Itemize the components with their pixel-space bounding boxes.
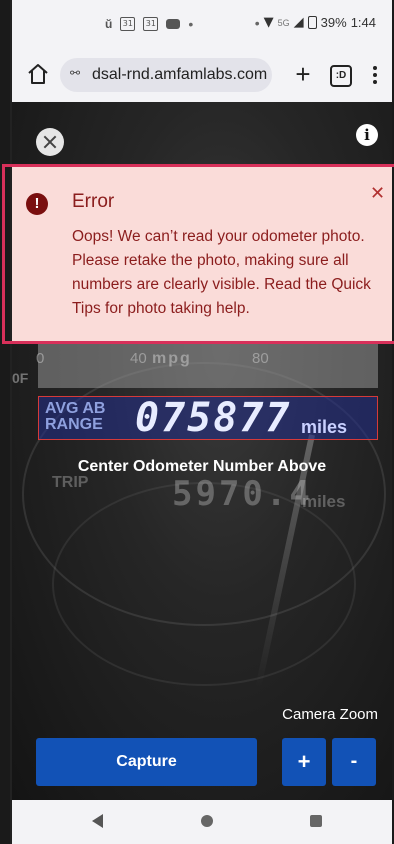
odometer-side-label-2: RANGE (45, 416, 103, 433)
trip-digits: 5970.4 (172, 474, 313, 514)
status-right: • ▼ 5G ◢ 39% 1:44 (255, 15, 376, 30)
zoom-in-button[interactable]: + (282, 738, 326, 786)
odometer-side-labels: AVG AB RANGE (45, 401, 105, 433)
teams-icon: ŭ (105, 17, 113, 31)
tab-switcher-button[interactable]: :D (330, 65, 352, 87)
battery-level: 39% (320, 15, 347, 30)
system-nav-bar (12, 800, 392, 844)
odometer-target-frame: AVG AB RANGE 075877 miles (38, 396, 378, 440)
url-text[interactable]: dsal-rnd.amfamlabs.com (92, 66, 267, 84)
capture-button[interactable]: Capture (36, 738, 257, 786)
youtube-icon (166, 19, 181, 29)
trip-label: TRIP (52, 474, 89, 491)
address-bar[interactable]: ⚯ dsal-rnd.amfamlabs.com (60, 58, 272, 92)
odometer-side-label-1: AVG AB (45, 400, 106, 417)
error-highlight-outline (2, 164, 394, 344)
calendar-icon: 31 (120, 17, 136, 31)
gauge-right-num: 80 (252, 350, 269, 367)
gauge-units: mpg (152, 350, 192, 367)
trip-units: miles (302, 492, 346, 511)
left-edge-text: 0F (12, 370, 29, 386)
close-camera-icon[interactable] (36, 128, 64, 156)
back-icon[interactable] (92, 814, 103, 828)
odometer-units: miles (301, 417, 348, 437)
info-icon[interactable]: i (356, 124, 378, 146)
site-settings-icon[interactable]: ⚯ (70, 66, 88, 84)
status-bar: ŭ 31 31 • • ▼ 5G ◢ 39% 1:44 (12, 0, 392, 48)
network-type: 5G (277, 17, 290, 28)
clock: 1:44 (350, 15, 376, 30)
recents-icon[interactable] (310, 815, 322, 827)
wifi-icon: ▼ (263, 15, 274, 30)
odometer-digits: 075877 (135, 396, 292, 440)
calendar-icon-2: 31 (143, 17, 159, 31)
zoom-out-button[interactable]: - (332, 738, 376, 786)
signal-icon: ◢ (293, 15, 304, 30)
overflow-menu-icon[interactable] (368, 62, 382, 88)
new-tab-button[interactable]: + (288, 58, 318, 92)
gauge-far-left: 0 (36, 350, 45, 367)
gauge-left-num: 40 (130, 350, 147, 367)
browser-toolbar: ⚯ dsal-rnd.amfamlabs.com + :D (12, 48, 392, 102)
home-nav-icon[interactable] (201, 815, 213, 827)
dot-icon-2: • (254, 14, 260, 31)
camera-zoom-label: Camera Zoom (282, 706, 378, 723)
home-icon[interactable] (26, 62, 50, 86)
battery-icon (307, 16, 317, 29)
dot-icon: • (188, 16, 194, 32)
notification-icons: ŭ 31 31 • (105, 17, 193, 31)
